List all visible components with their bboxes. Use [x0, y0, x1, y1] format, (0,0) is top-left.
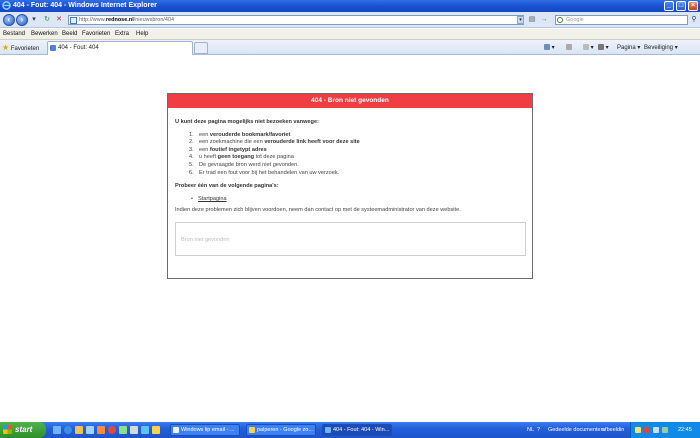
menu-item-bestand[interactable]: Bestand	[3, 30, 25, 39]
google-icon	[557, 17, 563, 23]
menu-item-extra[interactable]: Extra	[115, 30, 129, 39]
tray-network-icon[interactable]	[653, 427, 659, 433]
go-icon[interactable]: →	[540, 16, 548, 24]
list-item: 2. een zoekmachine die een verouderde lin…	[189, 139, 360, 146]
minimize-button[interactable]: _	[664, 1, 674, 11]
stop-icon[interactable]: ✕	[55, 16, 63, 24]
maximize-button[interactable]: □	[676, 1, 686, 11]
refresh-icon[interactable]: ↻	[43, 16, 51, 24]
system-tray: 22:45	[630, 422, 700, 438]
tray-security-icon[interactable]	[644, 427, 650, 433]
quicklaunch-extra-icon[interactable]	[152, 426, 160, 434]
tab-page-icon	[50, 45, 56, 51]
error-panel-body: U kunt deze pagina mogelijks niet bezoek…	[168, 108, 532, 215]
feeds-icon	[566, 44, 572, 51]
quicklaunch-window-icon[interactable]	[130, 426, 138, 434]
detail-box: Bron niet gevonden	[175, 221, 526, 256]
forward-button[interactable]: ›	[16, 14, 28, 26]
home-icon	[544, 44, 550, 51]
print-button[interactable]: ▾	[598, 44, 609, 53]
home-button[interactable]: ▾	[544, 44, 555, 53]
print-icon	[598, 44, 604, 51]
quicklaunch-ie-icon[interactable]	[64, 426, 72, 434]
quicklaunch-folder-icon[interactable]	[75, 426, 83, 434]
contact-text: Indien deze problemen zich blijven voord…	[175, 207, 461, 214]
compatibility-icon[interactable]: ▤	[528, 16, 536, 24]
browser-icon	[249, 427, 255, 433]
list-item: 5. De gevraagde bron werd niet gevonden.	[189, 161, 299, 168]
list-item: 6. Er trad een fout voor bij het behandel…	[189, 169, 340, 176]
tab-bar: ★ Favorieten 404 - Fout: 404 ▾ ▾ ▾ Pagin…	[0, 40, 700, 55]
internet-explorer-icon	[2, 1, 11, 10]
window-title: 404 - Fout: 404 - Windows Internet Explo…	[13, 2, 157, 9]
mail-icon	[583, 44, 589, 51]
list-item: 3. een foutief ingetypt adres	[189, 146, 267, 153]
list-item: Startpagina	[191, 196, 526, 204]
taskbar-item-email[interactable]: Windows lip email - ...	[170, 424, 240, 436]
quicklaunch-browser-icon[interactable]	[108, 426, 116, 434]
feeds-button[interactable]	[566, 44, 572, 53]
menu-item-help[interactable]: Help	[136, 30, 148, 39]
ie-icon	[325, 427, 331, 433]
quicklaunch-media-icon[interactable]	[97, 426, 105, 434]
quicklaunch-desktop-icon[interactable]	[53, 426, 61, 434]
taskbar: start Windows lip email - ... palperen -…	[0, 422, 700, 438]
navigation-bar: ‹ › ▾ ↻ ✕ http://www.rednose.nl/nieuwsbr…	[0, 12, 700, 28]
error-panel-header: 404 - Bron niet gevonden	[168, 94, 532, 108]
menu-bar: Bestand Bewerken Beeld Favorieten Extra …	[0, 29, 700, 40]
back-button[interactable]: ‹	[3, 14, 15, 26]
menu-item-favorieten[interactable]: Favorieten	[82, 30, 110, 39]
security-menu[interactable]: Beveiliging ▾	[644, 44, 678, 53]
pictures-label[interactable]: afbeeldin	[602, 424, 624, 436]
suggested-pages-list: Startpagina	[191, 196, 526, 204]
new-tab-button[interactable]	[194, 42, 208, 54]
star-icon: ★	[2, 43, 10, 52]
menu-item-beeld[interactable]: Beeld	[62, 30, 77, 39]
page-menu[interactable]: Pagina ▾	[617, 44, 640, 53]
mail-button[interactable]: ▾	[583, 44, 594, 53]
reasons-heading: U kunt deze pagina mogelijks niet bezoek…	[175, 119, 319, 125]
address-input[interactable]: http://www.rednose.nl/nieuwsbron/404	[68, 15, 524, 25]
start-button[interactable]: start	[0, 422, 46, 438]
list-item: 4. u heeft geen toegang tot deze pagina	[189, 154, 294, 161]
page-icon	[70, 17, 77, 24]
quicklaunch-mail-icon[interactable]	[86, 426, 94, 434]
windows-logo-icon	[3, 425, 12, 434]
tab-404[interactable]: 404 - Fout: 404	[47, 41, 193, 55]
history-dropdown-icon[interactable]: ▾	[30, 16, 38, 24]
list-item: 1. een verouderde bookmark/favoriet	[189, 131, 291, 138]
try-heading: Probeer één van de volgende pagina's:	[175, 183, 279, 190]
language-indicator[interactable]: NL	[527, 424, 534, 436]
clock[interactable]: 22:45	[678, 424, 692, 436]
shared-documents-label[interactable]: Gedeelde documenten	[548, 424, 604, 436]
quicklaunch-messenger-icon[interactable]	[141, 426, 149, 434]
help-icon[interactable]: ?	[537, 424, 540, 436]
menu-item-bewerken[interactable]: Bewerken	[31, 30, 58, 39]
error-panel: 404 - Bron niet gevonden U kunt deze pag…	[167, 93, 533, 279]
search-input[interactable]: Google	[555, 15, 688, 25]
favorites-button[interactable]: ★ Favorieten	[2, 43, 39, 54]
quicklaunch-app-icon[interactable]	[119, 426, 127, 434]
start-page-link[interactable]: Startpagina	[198, 196, 227, 202]
taskbar-item-google[interactable]: palperen - Google zo...	[246, 424, 316, 436]
title-bar: 404 - Fout: 404 - Windows Internet Explo…	[0, 0, 700, 12]
tray-volume-icon[interactable]	[662, 427, 668, 433]
reasons-list: 1. een verouderde bookmark/favoriet 2. een…	[189, 132, 526, 178]
tray-app-icon[interactable]	[635, 427, 641, 433]
page-content: 404 - Bron niet gevonden U kunt deze pag…	[0, 56, 700, 422]
mail-icon	[173, 427, 179, 433]
taskbar-item-ie[interactable]: 404 - Fout: 404 - Win...	[322, 424, 392, 436]
address-dropdown-icon[interactable]: ▾	[517, 16, 524, 24]
close-button[interactable]: ×	[688, 1, 698, 11]
search-icon[interactable]: ⚲	[690, 16, 698, 24]
